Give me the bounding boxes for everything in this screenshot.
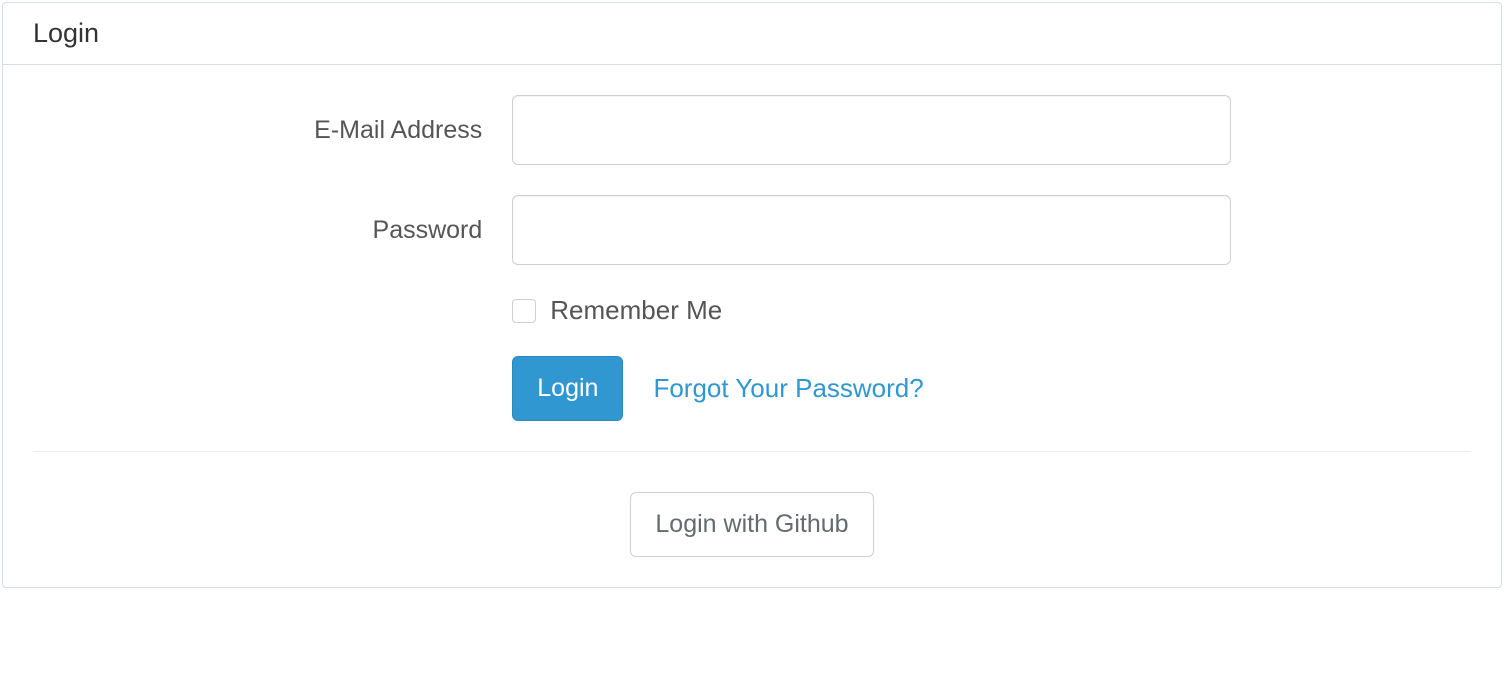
action-group: Login Forgot Your Password? <box>33 356 1471 421</box>
password-group: Password <box>33 195 1471 265</box>
email-group: E-Mail Address <box>33 95 1471 165</box>
oauth-row: Login with Github <box>33 492 1471 557</box>
email-input[interactable] <box>512 95 1231 165</box>
email-label: E-Mail Address <box>33 116 512 145</box>
password-input[interactable] <box>512 195 1231 265</box>
remember-me-checkbox[interactable] <box>512 299 536 323</box>
remember-group: Remember Me <box>33 295 1471 326</box>
remember-me-text: Remember Me <box>550 295 722 326</box>
panel-body: E-Mail Address Password Remember Me Logi… <box>3 65 1501 587</box>
panel-title: Login <box>3 3 1501 65</box>
remember-me-label-wrapper[interactable]: Remember Me <box>512 295 1375 326</box>
password-label: Password <box>33 216 512 245</box>
forgot-password-link[interactable]: Forgot Your Password? <box>653 373 923 404</box>
divider <box>33 451 1471 452</box>
login-panel: Login E-Mail Address Password Remember M… <box>2 2 1502 588</box>
login-button[interactable]: Login <box>512 356 623 421</box>
github-login-button[interactable]: Login with Github <box>630 492 873 557</box>
